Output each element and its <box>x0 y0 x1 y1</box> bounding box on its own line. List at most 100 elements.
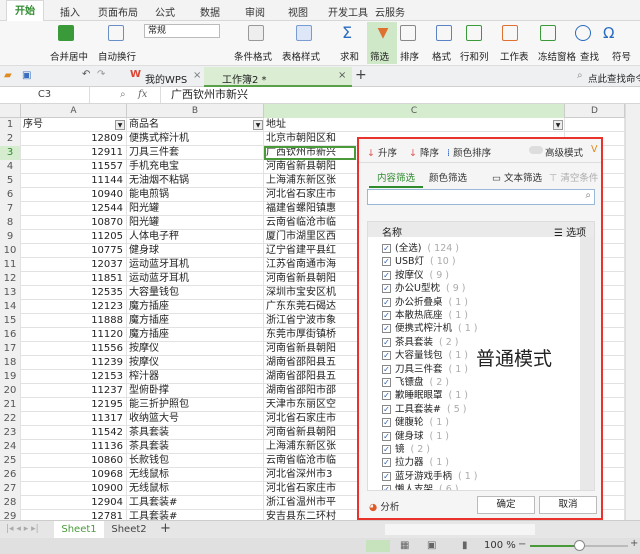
cell[interactable] <box>565 118 625 132</box>
number-format-select[interactable]: 常规 <box>144 24 220 38</box>
checkbox[interactable]: ✓ <box>382 471 391 481</box>
filter-dropdown-a[interactable]: ▼ <box>115 120 125 130</box>
cell[interactable]: 12123 <box>21 300 127 314</box>
row-number[interactable]: 22 <box>0 412 21 426</box>
row-number[interactable]: 13 <box>0 286 21 300</box>
filter-list-item[interactable]: ✓ 本散热底座 ( 1 ) <box>382 307 468 321</box>
checkbox[interactable]: ✓ <box>382 445 391 454</box>
row-number[interactable]: 12 <box>0 272 21 286</box>
checkbox[interactable]: ✓ <box>382 270 391 280</box>
row-number[interactable]: 29 <box>0 510 21 520</box>
cell[interactable]: 10968 <box>21 468 127 482</box>
select-all[interactable] <box>0 104 21 118</box>
name-box[interactable]: C3 <box>0 87 90 103</box>
filter-button[interactable]: 筛选 <box>370 49 389 63</box>
row-number[interactable]: 18 <box>0 356 21 370</box>
cell[interactable]: 大容量钱包 <box>127 286 264 300</box>
cell[interactable]: 茶具套装 <box>127 440 264 454</box>
cell[interactable]: 运动蓝牙耳机 <box>127 272 264 286</box>
filter-list-item[interactable]: ✓ 办公折叠桌 ( 1 ) <box>382 294 468 308</box>
checkbox[interactable]: ✓ <box>382 364 391 374</box>
cancel-button[interactable]: 取消 <box>539 496 597 514</box>
redo-icon[interactable]: ↷ <box>97 69 105 80</box>
sort-desc-button[interactable]: ↓ 降序 <box>409 145 439 159</box>
filter-list-item[interactable]: ✓ 便携式榨汁机 ( 1 ) <box>382 320 478 334</box>
tab-color-filter[interactable]: 颜色筛选 <box>429 170 467 184</box>
tab-review[interactable]: 审阅 <box>245 4 265 19</box>
filter-list-item[interactable]: ✓ (全选) ( 124 ) <box>382 240 459 254</box>
cell[interactable]: 12535 <box>21 286 127 300</box>
row-col-button[interactable]: 行和列 <box>460 49 489 63</box>
checkbox[interactable]: ✓ <box>382 485 391 490</box>
filter-list-item[interactable]: ✓ 飞镖盘 ( 2 ) <box>382 374 449 388</box>
filter-list-item[interactable]: ✓ 健身球 ( 1 ) <box>382 428 449 442</box>
checkbox[interactable]: ✓ <box>382 244 391 253</box>
tab-workbook2[interactable]: 工作簿2 * × <box>204 67 352 87</box>
filter-list-item[interactable]: ✓ 办公U型枕 ( 9 ) <box>382 280 465 294</box>
filter-list-item[interactable]: ✓ 大容量钱包 ( 1 ) <box>382 347 468 361</box>
row-number[interactable]: 19 <box>0 370 21 384</box>
cell[interactable]: 茶具套装 <box>127 426 264 440</box>
row-number[interactable]: 11 <box>0 258 21 272</box>
cell[interactable]: 11144 <box>21 174 127 188</box>
checkbox[interactable]: ✓ <box>382 311 391 320</box>
tab-content-filter[interactable]: 内容筛选 <box>369 170 424 188</box>
cell[interactable]: 12904 <box>21 496 127 510</box>
row-number[interactable]: 25 <box>0 454 21 468</box>
checkbox[interactable]: ✓ <box>382 297 391 307</box>
checkbox[interactable]: ✓ <box>382 431 391 441</box>
tab-developer[interactable]: 开发工具 <box>328 4 368 19</box>
cell[interactable]: 11542 <box>21 426 127 440</box>
checkbox[interactable]: ✓ <box>382 418 391 428</box>
sort-color-button[interactable]: ⁞ 颜色排序 <box>447 145 491 159</box>
worksheet-button[interactable]: 工作表 <box>500 49 529 63</box>
checkbox[interactable]: ✓ <box>382 378 391 387</box>
list-scrollbar[interactable] <box>580 237 594 490</box>
row-number[interactable]: 20 <box>0 384 21 398</box>
row-number[interactable]: 16 <box>0 328 21 342</box>
checkbox[interactable]: ✓ <box>382 404 391 414</box>
cell[interactable]: 11851 <box>21 272 127 286</box>
open-icon[interactable]: ▰ <box>4 70 12 81</box>
cell[interactable]: 阳光罐 <box>127 216 264 230</box>
cell[interactable]: 12544 <box>21 202 127 216</box>
tab-view[interactable]: 视图 <box>288 4 308 19</box>
cell[interactable]: 地址 <box>264 118 565 132</box>
column-header-c[interactable]: C <box>264 104 565 118</box>
row-number[interactable]: 26 <box>0 468 21 482</box>
horizontal-scrollbar[interactable] <box>385 524 535 535</box>
cell[interactable]: 无油烟不粘锅 <box>127 174 264 188</box>
tab-my-wps[interactable]: 我的WPS <box>145 71 187 86</box>
cell[interactable]: 11237 <box>21 384 127 398</box>
cell[interactable]: 12195 <box>21 398 127 412</box>
cell[interactable]: 序号 <box>21 118 127 132</box>
close-icon[interactable]: × <box>338 70 346 81</box>
row-number[interactable]: 9 <box>0 230 21 244</box>
filter-search-input[interactable]: ⌕ <box>367 189 595 205</box>
row-number[interactable]: 14 <box>0 300 21 314</box>
clear-conditions-button[interactable]: ⊤ 清空条件 <box>549 170 598 184</box>
advanced-toggle[interactable] <box>529 146 543 154</box>
cell[interactable]: 工具套装# <box>127 510 264 520</box>
symbol-button[interactable]: 符号 <box>612 49 631 63</box>
cell[interactable]: 11120 <box>21 328 127 342</box>
cell[interactable]: 无线鼠标 <box>127 482 264 496</box>
cell[interactable]: 按摩仪 <box>127 356 264 370</box>
cell[interactable]: 便携式榨汁机 <box>127 132 264 146</box>
row-number[interactable]: 27 <box>0 482 21 496</box>
tab-page-layout[interactable]: 页面布局 <box>98 4 138 19</box>
cell[interactable]: 健身球 <box>127 244 264 258</box>
row-number[interactable]: 2 <box>0 132 21 146</box>
zoom-slider-handle[interactable] <box>574 540 585 551</box>
row-number[interactable]: 23 <box>0 426 21 440</box>
undo-icon[interactable]: ↶ <box>82 69 90 80</box>
filter-list-item[interactable]: ✓ 茶具套装 ( 2 ) <box>382 334 459 348</box>
sheet-tab-2[interactable]: Sheet2 <box>105 521 153 538</box>
cell[interactable]: 11239 <box>21 356 127 370</box>
zoom-slider[interactable] <box>530 540 628 551</box>
wrap-text-button[interactable]: 自动换行 <box>98 49 136 63</box>
cell[interactable]: 按摩仪 <box>127 342 264 356</box>
row-number[interactable]: 6 <box>0 188 21 202</box>
row-number[interactable]: 7 <box>0 202 21 216</box>
cell[interactable]: 阳光罐 <box>127 202 264 216</box>
